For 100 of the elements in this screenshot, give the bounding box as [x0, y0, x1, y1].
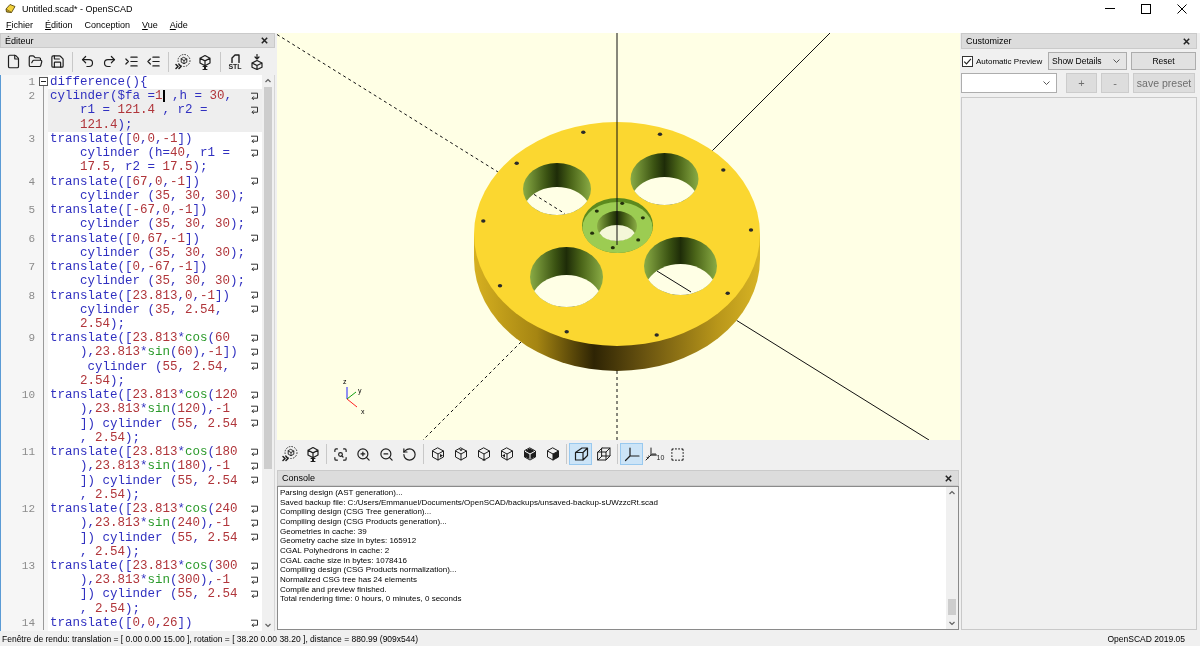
scroll-up-icon[interactable] — [264, 77, 272, 85]
bolt-hole — [514, 161, 519, 165]
perspective-button[interactable] — [569, 443, 592, 465]
scroll-down-icon[interactable] — [948, 619, 956, 627]
menu-item[interactable]: Vue — [136, 17, 164, 33]
fold-toggle-icon[interactable] — [38, 77, 48, 86]
line-wrap-icon — [250, 590, 259, 600]
menu-item[interactable]: Fichier — [0, 17, 39, 33]
line-number: 3 — [28, 131, 35, 147]
axis-line — [656, 270, 692, 293]
code-line: ]) cylinder (55, 2.54 — [80, 587, 238, 602]
bolt-hole — [657, 132, 663, 136]
line-number: 9 — [28, 331, 35, 346]
code-line: cylinder (35, 30, 30); — [80, 274, 246, 289]
code-line: , 2.54); — [80, 544, 141, 559]
cube-icon — [197, 53, 213, 70]
code-line: cylinder (35, 2.54, — [80, 302, 223, 317]
code-line: translate([67,0,-1]) — [50, 174, 201, 189]
line-number: 7 — [28, 260, 35, 275]
console-message: Saved backup file: C:/Users/Emmanuel/Documents/OpenSCAD/backups/unsaved-backup-sUWzzcRt.scad — [280, 497, 658, 508]
code-line: translate([0,-67,-1]) — [50, 260, 208, 275]
line-wrap-icon — [250, 106, 259, 116]
line-wrap-icon — [250, 262, 259, 272]
wireframe-cube-icon — [595, 446, 612, 462]
line-wrap-icon — [250, 291, 259, 301]
menu-item[interactable]: Aide — [163, 17, 194, 33]
frame-magnifier-icon — [333, 446, 348, 462]
dock-title: Console — [282, 473, 316, 483]
bolt-hole — [620, 201, 625, 205]
code-line: ]) cylinder (55, 2.54 — [80, 416, 238, 431]
line-number: 10 — [21, 388, 35, 403]
document-icon — [5, 54, 21, 69]
line-number: 2 — [28, 89, 35, 104]
line-wrap-icon — [250, 148, 259, 158]
code-editor[interactable] — [0, 75, 275, 631]
redo-arrow-icon — [101, 54, 117, 69]
reset-button[interactable]: Reset — [1131, 52, 1196, 70]
version-label: OpenSCAD 2019.05 — [1107, 633, 1185, 644]
code-line: translate([23.813*cos(60 — [50, 331, 231, 346]
dropdown[interactable]: Show Details — [1048, 52, 1127, 70]
line-wrap-icon — [250, 348, 259, 358]
status-text: Fenêtre de rendu: translation = [ 0.00 0.00 15.00 ], rotation = [ 38.20 0.00 38.20 ], distance = 880.99 (909x544) — [2, 633, 419, 644]
line-number: 14 — [21, 615, 35, 631]
scrollbar[interactable] — [946, 487, 958, 629]
perspective-box-icon — [572, 446, 589, 462]
close-icon[interactable] — [1183, 37, 1190, 45]
dashed-cube-icon — [175, 53, 191, 70]
code-line: cylinder (h=40, r1 = — [80, 146, 231, 161]
line-wrap-icon — [250, 234, 259, 244]
indent-icon — [123, 54, 139, 69]
bolt-hole — [564, 330, 569, 334]
bolt-hole — [721, 168, 726, 172]
line-number: 11 — [21, 445, 35, 460]
line-wrap-icon — [250, 504, 259, 514]
console-message: Geometries in cache: 39 — [280, 526, 367, 537]
line-wrap-icon — [250, 305, 259, 315]
line-wrap-icon — [250, 533, 259, 543]
zoom-out-icon — [379, 446, 394, 462]
console-message: Compile and preview finished. — [280, 584, 387, 595]
menu-item[interactable]: Édition — [39, 17, 79, 33]
close-icon[interactable] — [945, 474, 952, 482]
code-line: 121.4); — [80, 117, 133, 132]
console-message: Compiling design (CSG Tree generation)... — [280, 507, 432, 517]
undo-arrow-icon — [79, 54, 95, 69]
code-line: cylinder (55, 2.54, — [86, 359, 231, 374]
scroll-down-icon[interactable] — [264, 621, 272, 629]
scrollbar-thumb[interactable] — [264, 87, 272, 469]
code-line: translate([23.813*cos(300 — [50, 558, 238, 574]
app-logo-icon — [5, 3, 16, 14]
axis-line — [616, 370, 618, 440]
code-line: ),23.813*sin(240),-1 — [80, 516, 231, 531]
cube-arrow-up-icon — [475, 446, 492, 462]
console-message: CGAL cache size in bytes: 1078416 — [280, 555, 407, 566]
code-line: cylinder (35, 30, 30); — [80, 217, 246, 232]
code-line: ]) cylinder (55, 2.54 — [80, 473, 238, 488]
line-wrap-icon — [250, 575, 259, 585]
menu-item[interactable]: Conception — [78, 17, 137, 33]
code-line: translate([0,67,-1]) — [50, 231, 201, 246]
line-number: 6 — [28, 231, 35, 246]
scrollbar-thumb[interactable] — [948, 599, 956, 615]
bolt-hole — [581, 130, 586, 134]
code-line: cylinder (35, 30, 30); — [80, 245, 246, 261]
line-wrap-icon — [250, 561, 259, 571]
axes-icon — [623, 446, 640, 462]
dashed-square-icon — [670, 446, 685, 462]
cube-arrow-left-icon — [498, 446, 515, 462]
code-line: difference(){ — [50, 75, 148, 90]
line-number: 13 — [21, 558, 35, 574]
close-icon[interactable] — [261, 37, 268, 44]
through-hole — [523, 163, 591, 215]
code-line: ),23.813*sin(300),-1 — [80, 573, 231, 588]
bolt-hole — [594, 209, 599, 213]
folder-icon — [27, 54, 43, 69]
show-axes-button[interactable] — [620, 443, 643, 465]
cube-arrow-right-icon — [429, 446, 446, 462]
scroll-up-icon[interactable] — [948, 489, 956, 497]
solid-cube-icon — [521, 446, 538, 462]
code-line: translate([23.813*cos(180 — [50, 445, 238, 460]
code-line: translate([-67,0,-1]) — [50, 203, 208, 218]
checkbox[interactable] — [962, 55, 973, 67]
